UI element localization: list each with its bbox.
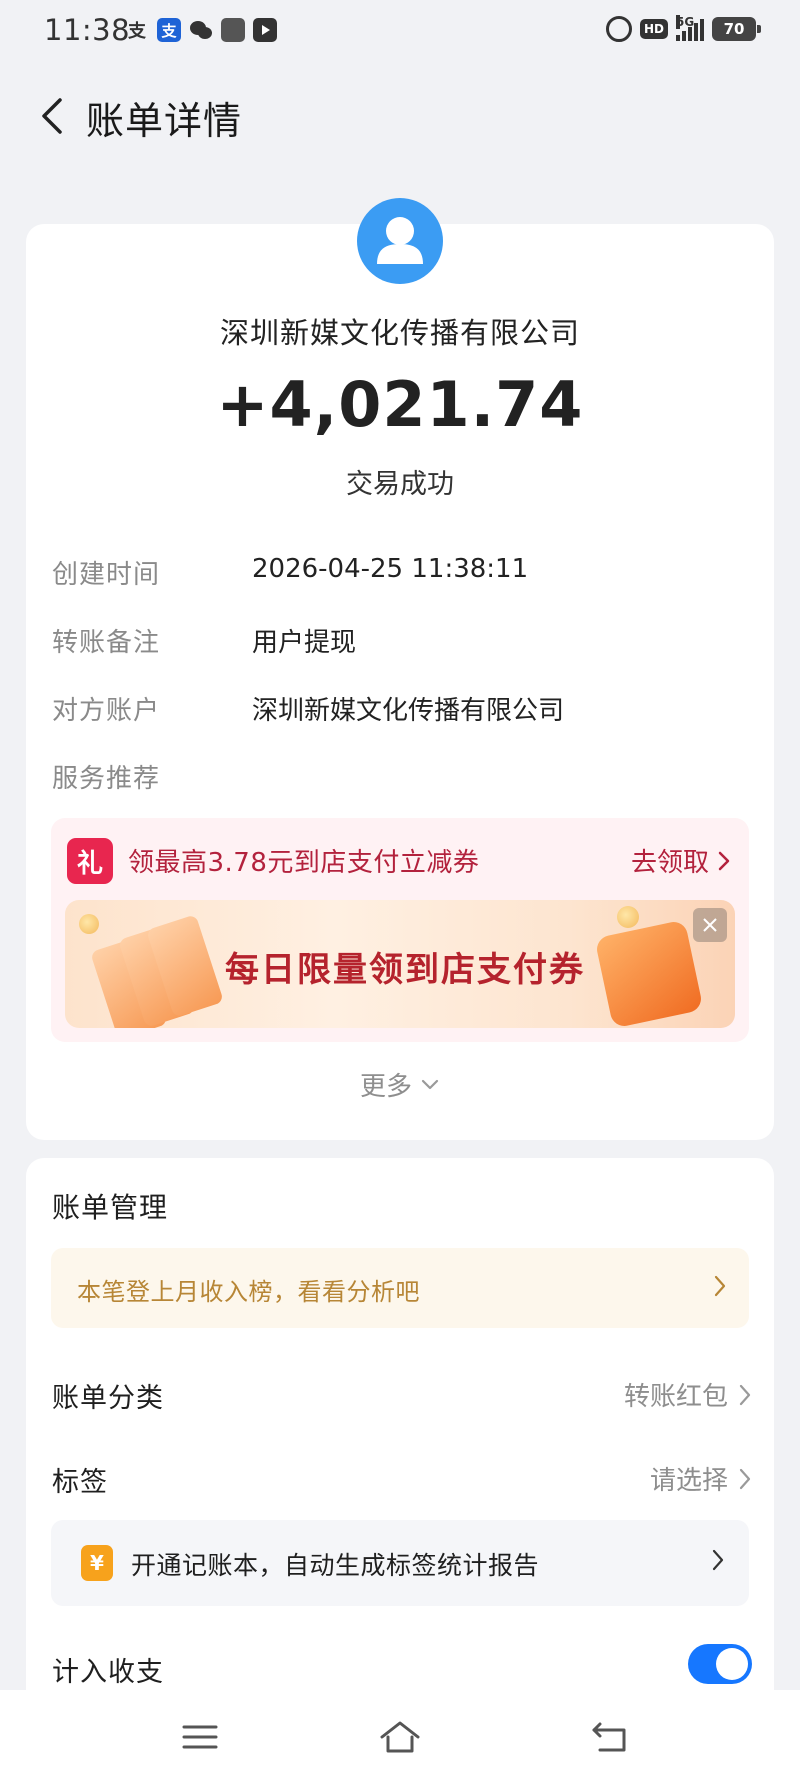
detail-value: 2026-04-25 11:38:11 — [252, 554, 529, 584]
alipay-app-icon: 支 — [157, 18, 181, 42]
include-toggle[interactable] — [688, 1644, 752, 1684]
book-icon — [221, 18, 245, 42]
detail-value[interactable]: 深圳新媒文化传播有限公司 — [252, 690, 564, 727]
ranking-text: 本笔登上月收入榜，看看分析吧 — [77, 1278, 420, 1306]
yen-icon: ¥ — [81, 1545, 113, 1581]
category-value: 转账红包 — [623, 1382, 728, 1412]
banner-text: 每日限量领到店支付券 — [225, 950, 585, 990]
detail-row-transfer-note: 转账备注 用户提现 — [52, 622, 752, 666]
coin-decoration — [617, 906, 639, 928]
chevron-down-icon — [421, 1079, 439, 1089]
transaction-card: 深圳新媒文化传播有限公司 +4,021.74 交易成功 创建时间 2026-04… — [26, 198, 774, 1140]
alarm-icon — [605, 16, 632, 42]
back-icon[interactable] — [30, 94, 74, 138]
row-label: 账单分类 — [52, 1383, 164, 1414]
row-label: 计入收支 — [52, 1657, 164, 1688]
promo-card[interactable]: 礼 领最高3.78元到店支付立减券 去领取 每日限量领到店支付券 — [51, 818, 749, 1042]
page-header: 账单详情 — [0, 80, 800, 152]
status-indicators: HD 5G 70 — [605, 15, 761, 42]
detail-label: 转账备注 — [52, 628, 161, 658]
row-value: 请选择 — [650, 1460, 752, 1497]
more-button[interactable]: 更多 — [26, 1066, 774, 1103]
signal-icon: 5G — [676, 15, 704, 41]
merchant-name: 深圳新媒文化传播有限公司 — [219, 316, 580, 350]
chevron-right-icon — [739, 1468, 751, 1489]
close-icon[interactable] — [693, 908, 727, 942]
hd-icon: HD — [639, 19, 668, 39]
chevron-right-icon — [712, 1549, 724, 1571]
detail-label: 对方账户 — [52, 696, 161, 726]
menu-icon[interactable] — [170, 1712, 230, 1762]
tag-row[interactable]: 标签 请选择 — [52, 1454, 752, 1504]
promo-banner[interactable]: 每日限量领到店支付券 — [65, 900, 735, 1028]
bill-category-row[interactable]: 账单分类 转账红包 — [52, 1370, 752, 1420]
video-app-icon — [253, 18, 277, 42]
battery-level: 70 — [723, 20, 745, 38]
detail-label: 创建时间 — [52, 560, 161, 590]
more-label: 更多 — [359, 1072, 412, 1102]
wechat-icon — [189, 18, 213, 42]
gift-icon: 礼 — [67, 838, 113, 884]
ledger-text: 开通记账本，自动生成标签统计报告 — [131, 1551, 540, 1580]
detail-row-counterparty: 对方账户 深圳新媒文化传播有限公司 — [52, 690, 752, 734]
status-bar: 11:38 支 支 HD 5G 70 — [0, 0, 800, 62]
promo-claim-button[interactable]: 去领取 — [631, 842, 731, 879]
detail-row-created-time: 创建时间 2026-04-25 11:38:11 — [52, 554, 752, 598]
system-nav-bar — [0, 1690, 800, 1784]
network-type: 5G — [676, 15, 695, 29]
coupon-illustration — [594, 919, 704, 1028]
income-ranking-banner[interactable]: 本笔登上月收入榜，看看分析吧 — [51, 1248, 749, 1328]
transaction-amount: +4,021.74 — [216, 368, 584, 441]
promo-claim-label: 去领取 — [630, 848, 709, 878]
row-label: 标签 — [52, 1467, 108, 1498]
chevron-right-icon — [718, 851, 730, 870]
user-icon — [357, 198, 443, 284]
return-icon[interactable] — [580, 1712, 640, 1762]
detail-label: 服务推荐 — [52, 764, 161, 794]
detail-row-service-recommend: 服务推荐 — [52, 758, 752, 802]
page-title: 账单详情 — [86, 99, 243, 143]
detail-value: 用户提现 — [252, 628, 357, 658]
alipay-notification-icon: 支 — [128, 21, 146, 42]
include-in-stats-row: 计入收支 — [52, 1644, 752, 1694]
ledger-promo[interactable]: ¥ 开通记账本，自动生成标签统计报告 — [51, 1520, 749, 1606]
section-title: 账单管理 — [52, 1191, 169, 1224]
promo-text: 领最高3.78元到店支付立减券 — [128, 848, 480, 878]
tag-value: 请选择 — [649, 1466, 728, 1496]
chevron-right-icon — [739, 1384, 751, 1405]
battery-icon: 70 — [712, 17, 761, 41]
notification-icons: 支 支 — [125, 18, 277, 42]
ticket-illustration — [90, 912, 224, 1028]
status-time: 11:38 — [44, 13, 131, 47]
chevron-right-icon — [714, 1275, 726, 1297]
toggle-knob — [716, 1648, 748, 1680]
row-value: 转账红包 — [624, 1376, 752, 1413]
transaction-status: 交易成功 — [346, 469, 454, 500]
home-icon[interactable] — [370, 1712, 430, 1762]
